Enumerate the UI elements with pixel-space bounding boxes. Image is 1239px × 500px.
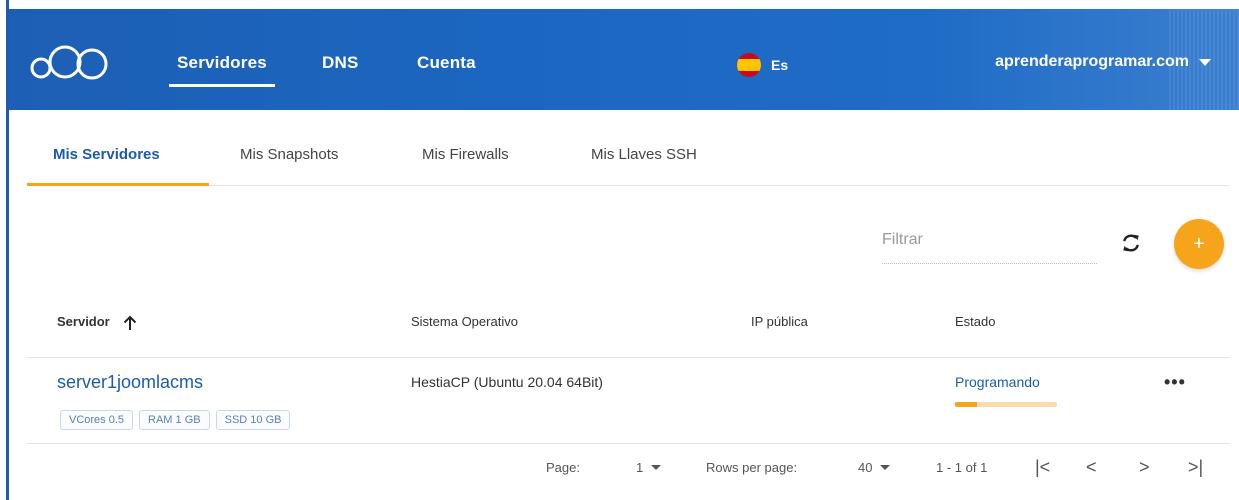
header-texture [1169, 9, 1239, 110]
nav-servidores[interactable]: Servidores [169, 53, 275, 87]
column-header-estado[interactable]: Estado [955, 314, 995, 329]
chip-ssd: SSD 10 GB [215, 410, 291, 430]
last-page-icon[interactable]: >| [1188, 457, 1203, 478]
status-label: Programando [955, 374, 1040, 390]
filter-input[interactable] [882, 222, 1097, 258]
add-server-button[interactable]: + [1174, 219, 1224, 269]
column-header-label: Servidor [57, 314, 110, 329]
sort-ascending-icon[interactable] [123, 315, 137, 331]
server-specs: VCores 0.5 RAM 1 GB SSD 10 GB [60, 410, 291, 430]
first-page-icon[interactable]: |< [1035, 457, 1050, 478]
operating-system: HestiaCP (Ubuntu 20.04 64Bit) [411, 374, 603, 390]
previous-page-icon[interactable]: < [1086, 457, 1097, 478]
tab-mis-servidores[interactable]: Mis Servidores [53, 146, 160, 163]
table-row: server1joomlacms VCores 0.5 RAM 1 GB SSD… [27, 358, 1230, 444]
language-label: Es [771, 57, 789, 73]
column-header-ip-publica[interactable]: IP pública [751, 314, 808, 329]
chevron-down-icon [880, 465, 891, 470]
refresh-icon[interactable] [1120, 232, 1142, 254]
status-progress-bar [955, 402, 1057, 407]
filter-field [882, 222, 1097, 264]
server-name-link[interactable]: server1joomlacms [57, 372, 203, 393]
page-range: 1 - 1 of 1 [936, 460, 988, 475]
tab-mis-snapshots[interactable]: Mis Snapshots [240, 146, 338, 163]
nav-cuenta[interactable]: Cuenta [417, 53, 476, 73]
spain-flag-icon [737, 53, 761, 77]
chip-vcores: VCores 0.5 [60, 410, 134, 430]
next-page-icon[interactable]: > [1139, 457, 1150, 478]
rows-per-page-label: Rows per page: [706, 460, 798, 475]
tab-mis-firewalls[interactable]: Mis Firewalls [422, 146, 509, 163]
page-select[interactable]: 1 [636, 460, 662, 475]
language-selector[interactable]: Es [737, 53, 788, 77]
logo-icon[interactable] [29, 43, 111, 81]
column-header-servidor[interactable]: Servidor [57, 314, 137, 331]
tab-bar: Mis Servidores Mis Snapshots Mis Firewal… [27, 130, 1230, 186]
column-header-sistema-operativo[interactable]: Sistema Operativo [411, 314, 518, 329]
nav-dns[interactable]: DNS [322, 53, 359, 73]
active-tab-indicator [27, 183, 209, 186]
page-value: 1 [636, 460, 644, 475]
chevron-down-icon [651, 465, 662, 470]
chip-ram: RAM 1 GB [139, 410, 210, 430]
tab-mis-llaves-ssh[interactable]: Mis Llaves SSH [591, 146, 697, 163]
rows-per-page-select[interactable]: 40 [858, 460, 891, 475]
account-name: aprenderaprogramar.com [995, 53, 1189, 70]
rows-per-page-value: 40 [858, 460, 873, 475]
left-edge [0, 0, 9, 500]
pagination: Page: 1 Rows per page: 40 1 - 1 of 1 |< … [0, 457, 1239, 484]
top-bar: Servidores DNS Cuenta Es aprenderaprogra… [9, 9, 1239, 110]
table-header: Servidor Sistema Operativo IP pública Es… [27, 300, 1230, 358]
more-options-icon[interactable]: ••• [1164, 372, 1186, 393]
page-label: Page: [546, 460, 580, 475]
plus-icon: + [1193, 232, 1205, 255]
